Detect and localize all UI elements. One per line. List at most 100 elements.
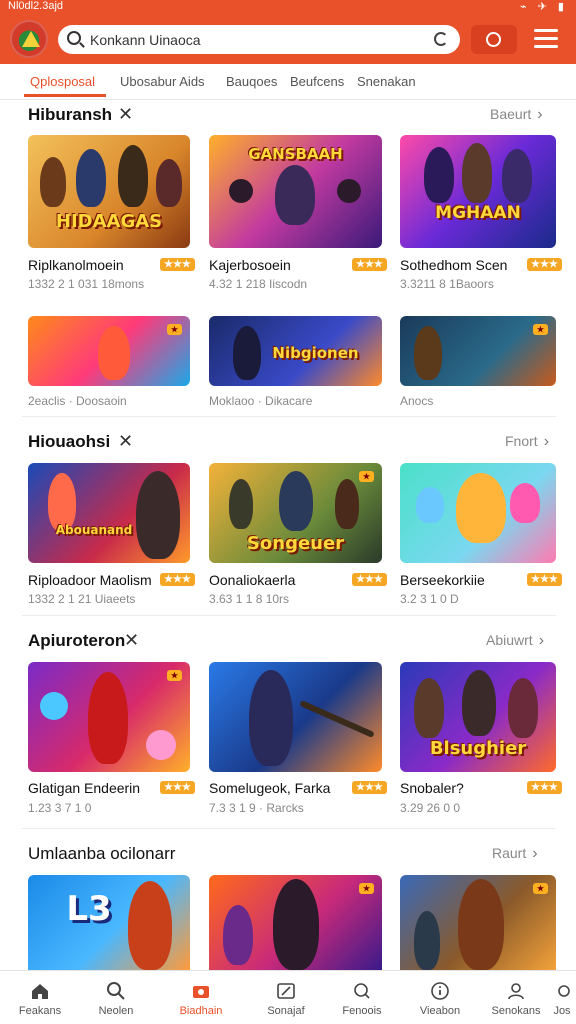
menu-button[interactable] <box>534 29 558 49</box>
section-title: Apiuroteron <box>28 631 126 650</box>
see-all-link[interactable]: Baeurt › <box>490 106 543 124</box>
game-badge-icon: ★ <box>166 324 182 335</box>
section-divider <box>22 416 556 417</box>
rating-badge: ★★★ <box>527 573 562 586</box>
see-all-label: Abiuwrt <box>486 632 533 648</box>
game-name: Berseekorkiie <box>400 572 485 588</box>
game-name: Kajerbosoein <box>209 257 291 273</box>
game-meta: 3.2 3 1 0 D <box>400 592 459 606</box>
home-icon <box>32 984 48 999</box>
game-card[interactable]: ★ <box>400 316 556 386</box>
character-figure <box>128 881 172 970</box>
rating-badge: ★★★ <box>160 781 195 794</box>
close-icon[interactable]: ✕ <box>118 431 133 452</box>
game-name: Riplkanolmoein <box>28 257 124 273</box>
game-card[interactable]: Abouanand <box>28 463 190 563</box>
nav-item-info[interactable]: Vieabon <box>404 971 476 1024</box>
game-name: Snobaler? <box>400 780 464 796</box>
tab-4[interactable]: Snenakan <box>357 74 416 89</box>
game-card[interactable]: Songeuer ★ <box>209 463 382 563</box>
game-card[interactable]: ★ <box>209 875 382 970</box>
game-card[interactable]: Nibgionen <box>209 316 382 386</box>
tab-1[interactable]: Ubosabur Aids <box>120 74 205 89</box>
game-art-title: HIDAAGAS <box>55 211 163 232</box>
section-title: Hiburansh <box>28 105 113 124</box>
game-card[interactable] <box>209 662 382 772</box>
game-card[interactable]: ★ <box>400 875 556 970</box>
close-icon[interactable]: ✕ <box>124 630 139 651</box>
character-figure <box>414 678 444 738</box>
search-bar[interactable]: Konkann Uinaoca <box>58 25 460 54</box>
game-card[interactable]: MGHAAN <box>400 135 556 248</box>
camera-icon <box>486 32 501 47</box>
rating-badge: ★★★ <box>160 573 195 586</box>
see-all-link[interactable]: Abiuwrt › <box>486 632 544 650</box>
settings-icon <box>558 985 570 997</box>
tab-3[interactable]: Beufcens <box>290 74 344 89</box>
close-icon[interactable]: ✕ <box>118 104 133 125</box>
nav-item-edit[interactable]: Sonajaf <box>250 971 322 1024</box>
see-all-link[interactable]: Raurt › <box>492 845 538 863</box>
game-meta: 2eaclis · Doosaoin <box>28 394 127 408</box>
character-figure <box>40 157 66 207</box>
game-meta: 1.23 3 7 1 0 <box>28 801 92 815</box>
section-title: Umlaanba ocilonarr <box>28 844 176 863</box>
game-card[interactable] <box>400 463 556 563</box>
game-name: Glatigan Endeerin <box>28 780 141 796</box>
game-name: Somelugeok, Farka <box>209 780 331 796</box>
see-all-label: Baeurt <box>490 106 532 122</box>
bomb-icon <box>229 179 253 203</box>
rating-badge: ★★★ <box>527 781 562 794</box>
character-figure <box>416 487 444 523</box>
nav-item-active[interactable]: Biadhain <box>165 971 237 1024</box>
game-art-title: Blsughier <box>429 738 527 759</box>
game-name: Sothedhom Scen <box>400 257 508 273</box>
nav-item-chat[interactable]: Fenoois <box>326 971 398 1024</box>
game-card[interactable]: ★ <box>28 662 190 772</box>
nav-item-user[interactable]: Senokans <box>480 971 552 1024</box>
section-divider <box>22 828 556 829</box>
game-card[interactable]: GANSBAAH <box>209 135 382 248</box>
game-card[interactable]: L3 <box>28 875 190 970</box>
game-art-title: Nibgionen <box>272 344 359 362</box>
rating-badge: ★★★ <box>352 781 387 794</box>
game-card[interactable]: HIDAAGAS <box>28 135 190 248</box>
creature-figure <box>146 730 176 760</box>
camera-button[interactable] <box>471 25 517 54</box>
status-icons: ⌁ ✈ ▮ <box>519 1 568 13</box>
status-bar: Nl0dl2.3ajd ⌁ ✈ ▮ <box>0 0 576 14</box>
character-figure <box>508 678 538 738</box>
character-figure <box>229 479 253 529</box>
character-figure <box>223 905 253 965</box>
search-icon <box>107 982 125 1000</box>
bomb-icon <box>337 179 361 203</box>
character-figure <box>273 879 319 970</box>
game-card[interactable]: Blsughier <box>400 662 556 772</box>
nav-label: Neolen <box>98 1005 134 1017</box>
weapon-figure <box>299 699 375 739</box>
game-meta: 1332 2 1 21 Uiaeets <box>28 592 136 606</box>
game-art-title: GANSBAAH <box>248 145 343 163</box>
nav-item-home[interactable]: Feakans <box>4 971 76 1024</box>
app-logo[interactable] <box>10 20 48 58</box>
refresh-icon[interactable] <box>434 32 448 46</box>
game-meta: Anocs <box>400 394 434 408</box>
character-figure <box>424 147 454 203</box>
game-meta: Moklaoo · Dikacare <box>209 394 313 408</box>
game-meta: 3.63 1 1 8 10rs <box>209 592 290 606</box>
game-card[interactable]: ★ <box>28 316 190 386</box>
see-all-link[interactable]: Fnort › <box>505 433 549 451</box>
tab-0[interactable]: Qplosposal <box>30 74 95 89</box>
character-figure <box>279 471 313 531</box>
nav-item-search[interactable]: Neolen <box>80 971 152 1024</box>
search-input[interactable]: Konkann Uinaoca <box>90 32 201 48</box>
tab-2[interactable]: Bauqoes <box>226 74 277 89</box>
character-figure <box>462 143 492 203</box>
chat-icon <box>354 983 370 999</box>
edit-icon <box>277 983 295 999</box>
search-icon <box>67 31 81 45</box>
chevron-right-icon: › <box>538 632 545 649</box>
see-all-label: Fnort <box>505 433 538 449</box>
character-figure <box>76 149 106 207</box>
nav-item-settings[interactable]: Jos <box>548 971 576 1024</box>
